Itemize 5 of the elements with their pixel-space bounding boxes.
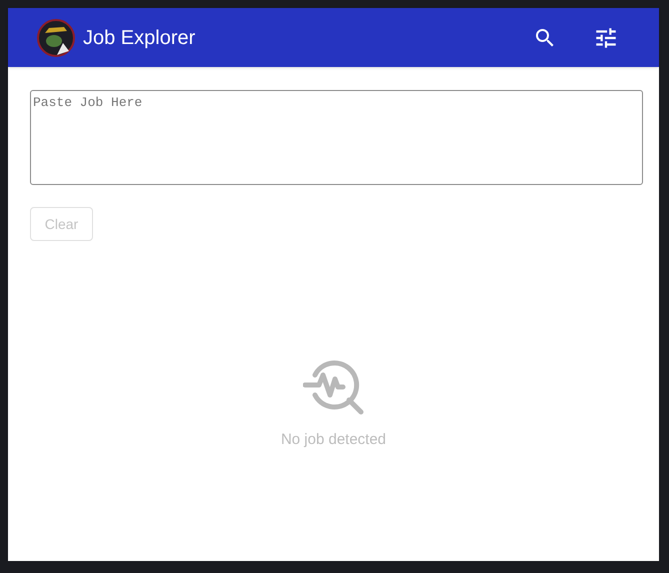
no-results-search-icon — [302, 359, 364, 415]
app-title: Job Explorer — [83, 26, 196, 50]
empty-state-message: No job detected — [280, 430, 386, 450]
avatar-icon — [37, 18, 75, 56]
job-input-field[interactable]: Paste Job Here — [30, 90, 643, 185]
